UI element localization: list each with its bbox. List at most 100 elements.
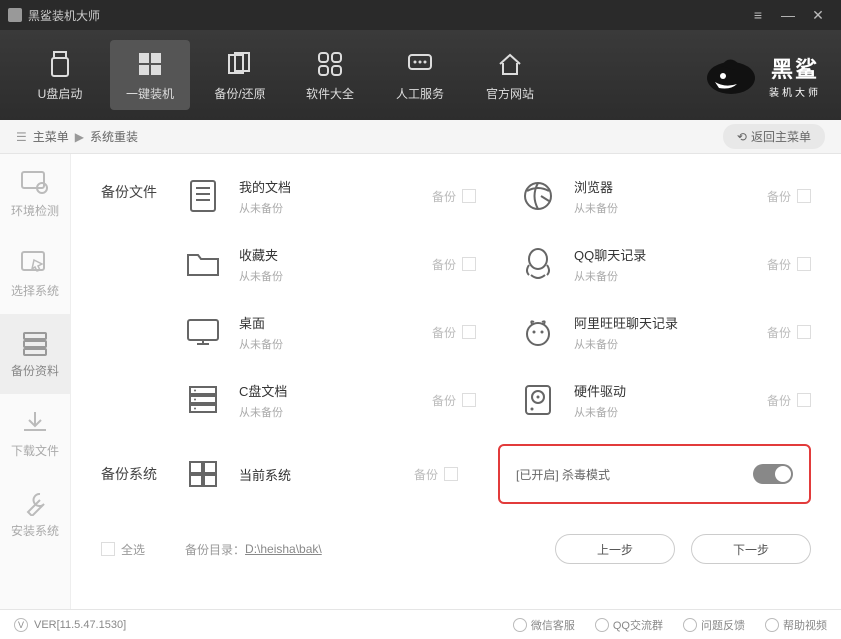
backup-action[interactable]: 备份 <box>414 466 458 483</box>
antivirus-toggle[interactable] <box>753 464 793 484</box>
nav-one-click-install[interactable]: 一键装机 <box>110 40 190 110</box>
backup-item-favorites: 收藏夹从未备份 备份 <box>181 244 476 284</box>
windows-icon <box>135 49 165 79</box>
wrench-icon <box>20 490 50 516</box>
statusbar: V VER[11.5.47.1530] 微信客服 QQ交流群 问题反馈 帮助视频 <box>0 609 841 639</box>
nav-usb-boot[interactable]: U盘启动 <box>20 40 100 110</box>
apps-icon <box>315 49 345 79</box>
home-icon <box>495 49 525 79</box>
backup-item-documents: 我的文档从未备份 备份 <box>181 176 476 216</box>
section-backup-files: 备份文件 <box>101 182 157 202</box>
nav-software[interactable]: 软件大全 <box>290 40 370 110</box>
select-all-checkbox[interactable] <box>101 542 115 556</box>
download-icon <box>20 410 50 436</box>
backup-item-drivers: 硬件驱动从未备份 备份 <box>516 380 811 420</box>
backup-action[interactable]: 备份 <box>767 188 811 205</box>
hdd-icon <box>516 380 560 420</box>
brand-logo: 黑鲨 装机大师 <box>701 50 821 100</box>
nav-backup-restore[interactable]: 备份/还原 <box>200 40 280 110</box>
backup-action[interactable]: 备份 <box>432 392 476 409</box>
back-icon: ⟲ <box>737 130 747 144</box>
status-wechat[interactable]: 微信客服 <box>513 617 575 633</box>
nav-support[interactable]: 人工服务 <box>380 40 460 110</box>
qq-icon <box>516 244 560 284</box>
next-button[interactable]: 下一步 <box>691 534 811 564</box>
checkbox[interactable] <box>462 189 476 203</box>
titlebar: 黑鲨装机大师 ≡ — ✕ <box>0 0 841 30</box>
backup-dir-link[interactable]: D:\heisha\bak\ <box>245 542 322 556</box>
windows-grid-icon <box>181 454 225 494</box>
back-to-main-button[interactable]: ⟲ 返回主菜单 <box>723 124 825 149</box>
breadcrumb-current: 系统重装 <box>90 128 138 145</box>
backup-icon <box>225 49 255 79</box>
section-backup-system: 备份系统 <box>101 464 181 484</box>
backup-action[interactable]: 备份 <box>767 324 811 341</box>
breadcrumb-root[interactable]: 主菜单 <box>33 128 69 145</box>
desktop-icon <box>181 312 225 352</box>
stack-icon <box>181 380 225 420</box>
breadcrumb-icon: ☰ <box>16 130 27 144</box>
antivirus-panel: [已开启] 杀毒模式 <box>498 444 811 504</box>
checkbox[interactable] <box>797 257 811 271</box>
status-help-video[interactable]: 帮助视频 <box>765 617 827 633</box>
backup-item-qq: QQ聊天记录从未备份 备份 <box>516 244 811 284</box>
backup-item-wangwang: 阿里旺旺聊天记录从未备份 备份 <box>516 312 811 352</box>
app-icon <box>8 8 22 22</box>
help-video-icon <box>765 618 779 632</box>
sidebar: 环境检测 选择系统 备份资料 下载文件 安装系统 <box>0 154 71 609</box>
sidebar-item-select-system[interactable]: 选择系统 <box>0 234 70 314</box>
browser-icon <box>516 176 560 216</box>
status-feedback[interactable]: 问题反馈 <box>683 617 745 633</box>
feedback-icon <box>683 618 697 632</box>
chevron-right-icon: ▶ <box>75 130 84 144</box>
prev-button[interactable]: 上一步 <box>555 534 675 564</box>
monitor-gear-icon <box>20 170 50 196</box>
status-qq-group[interactable]: QQ交流群 <box>595 617 663 633</box>
server-icon <box>20 330 50 356</box>
backup-item-cdrive: C盘文档从未备份 备份 <box>181 380 476 420</box>
backup-action[interactable]: 备份 <box>767 256 811 273</box>
breadcrumb: ☰ 主菜单 ▶ 系统重装 ⟲ 返回主菜单 <box>0 120 841 154</box>
cursor-icon <box>20 250 50 276</box>
select-all-label: 全选 <box>121 541 145 558</box>
checkbox[interactable] <box>797 189 811 203</box>
close-button[interactable]: ✕ <box>803 7 833 24</box>
backup-item-desktop: 桌面从未备份 备份 <box>181 312 476 352</box>
content-area: 备份文件 我的文档从未备份 备份 浏览器从未备份 备份 收藏夹从未备份 备份 <box>71 154 841 609</box>
document-icon <box>181 176 225 216</box>
shark-icon <box>701 50 761 100</box>
wangwang-icon <box>516 312 560 352</box>
antivirus-label: [已开启] 杀毒模式 <box>516 466 610 483</box>
backup-action[interactable]: 备份 <box>432 256 476 273</box>
backup-action[interactable]: 备份 <box>432 188 476 205</box>
checkbox[interactable] <box>797 325 811 339</box>
menu-button[interactable]: ≡ <box>743 7 773 23</box>
sidebar-item-download[interactable]: 下载文件 <box>0 394 70 474</box>
window-title: 黑鲨装机大师 <box>28 7 100 24</box>
top-nav: U盘启动 一键装机 备份/还原 软件大全 人工服务 官方网站 黑鲨 装机大师 <box>0 30 841 120</box>
sidebar-item-env-check[interactable]: 环境检测 <box>0 154 70 234</box>
checkbox[interactable] <box>462 257 476 271</box>
dir-label: 备份目录： <box>185 541 245 558</box>
main-area: 环境检测 选择系统 备份资料 下载文件 安装系统 备份文件 我的文档从未备份 备… <box>0 154 841 609</box>
usb-icon <box>45 49 75 79</box>
checkbox[interactable] <box>462 393 476 407</box>
backup-action[interactable]: 备份 <box>432 324 476 341</box>
sidebar-item-backup-data[interactable]: 备份资料 <box>0 314 70 394</box>
qq-group-icon <box>595 618 609 632</box>
checkbox[interactable] <box>444 467 458 481</box>
version-text: VER[11.5.47.1530] <box>34 619 126 631</box>
backup-item-browser: 浏览器从未备份 备份 <box>516 176 811 216</box>
minimize-button[interactable]: — <box>773 7 803 23</box>
version-icon: V <box>14 618 28 632</box>
backup-action[interactable]: 备份 <box>767 392 811 409</box>
folder-icon <box>181 244 225 284</box>
backup-item-current-system: 当前系统 备份 <box>181 454 458 494</box>
checkbox[interactable] <box>797 393 811 407</box>
backup-grid: 我的文档从未备份 备份 浏览器从未备份 备份 收藏夹从未备份 备份 QQ聊天记录… <box>181 176 811 420</box>
nav-website[interactable]: 官方网站 <box>470 40 550 110</box>
checkbox[interactable] <box>462 325 476 339</box>
sidebar-item-install[interactable]: 安装系统 <box>0 474 70 554</box>
chat-icon <box>405 49 435 79</box>
footer-row: 全选 备份目录： D:\heisha\bak\ 上一步 下一步 <box>101 534 811 564</box>
